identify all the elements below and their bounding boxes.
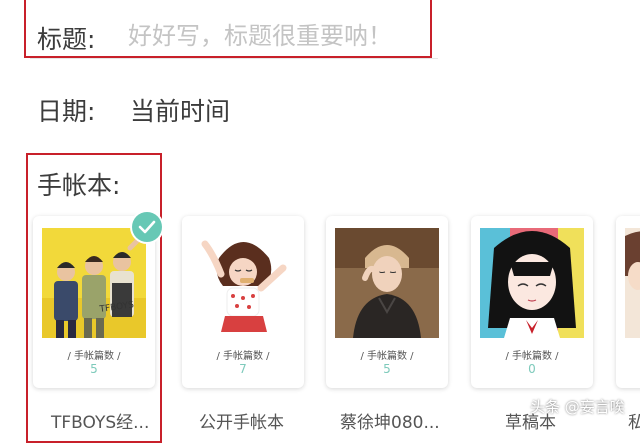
title-input[interactable] xyxy=(128,18,418,54)
notebook-card-tfboys[interactable]: TFBOYS / 手帐篇数 / 5 xyxy=(33,216,155,388)
notebook-cover-image xyxy=(480,228,584,338)
notebook-card-draft[interactable]: / 手帐篇数 / 0 xyxy=(471,216,593,388)
notebook-count: 0 xyxy=(528,362,536,376)
notebook-name: 蔡徐坤080... xyxy=(340,413,440,433)
notebook-cover-image xyxy=(335,228,439,338)
notebook-count: 5 xyxy=(383,362,391,376)
notebook-name: 私 xyxy=(628,413,640,433)
date-label: 日期: xyxy=(37,97,96,126)
notebook-cover-image: TFBOYS xyxy=(42,228,146,338)
notebook-card-public[interactable]: / 手帐篇数 / 7 xyxy=(182,216,304,388)
title-underline xyxy=(30,58,438,59)
notebook-card-caixukun[interactable]: / 手帐篇数 / 5 xyxy=(326,216,448,388)
check-icon xyxy=(132,212,162,242)
notebook-name: 公开手帐本 xyxy=(199,413,284,433)
notebook-meta-label: / 手帐篇数 / xyxy=(505,351,559,362)
notebook-count: 5 xyxy=(90,362,98,376)
notebook-card-partial[interactable] xyxy=(616,216,640,388)
date-value[interactable]: 当前时间 xyxy=(130,92,230,128)
title-label: 标题: xyxy=(37,25,96,54)
watermark-text: 头条 @妄言唉 xyxy=(530,398,625,416)
notebook-name: TFBOYS经... xyxy=(51,413,150,433)
notebook-count: 7 xyxy=(239,362,247,376)
notebook-cover-image xyxy=(191,228,295,338)
notebook-meta-label: / 手帐篇数 / xyxy=(360,351,414,362)
notebook-label: 手帐本: xyxy=(37,171,121,200)
notebook-meta-label: / 手帐篇数 / xyxy=(67,351,121,362)
notebook-meta-label: / 手帐篇数 / xyxy=(216,351,270,362)
